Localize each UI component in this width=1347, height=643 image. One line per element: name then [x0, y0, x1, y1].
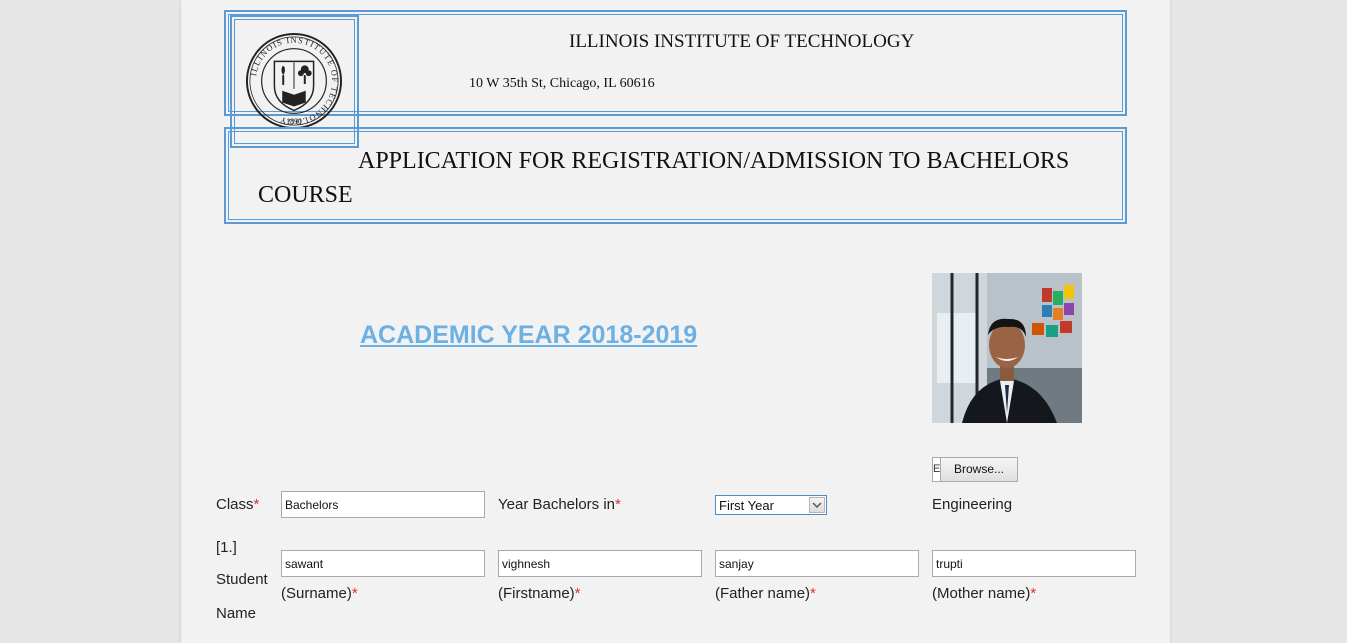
required-marker: * [615, 496, 621, 513]
iit-seal-logo: ILLINOIS INSTITUTE OF TECHNOLOGY 1890 [245, 32, 343, 130]
academic-year-link[interactable]: ACADEMIC YEAR 2018-2019 [360, 321, 697, 350]
required-marker: * [810, 585, 816, 602]
class-input[interactable] [281, 491, 485, 518]
student-photo [932, 273, 1082, 423]
required-marker: * [574, 585, 581, 602]
father-name-caption-text: (Father name) [715, 585, 811, 602]
title-line-2: COURSE [258, 182, 353, 208]
institute-name: ILLINOIS INSTITUTE OF TECHNOLOGY [569, 31, 915, 52]
surname-caption: (Surname)* [281, 585, 358, 602]
student-name-label-line2: Name [216, 605, 257, 622]
required-marker: * [253, 496, 260, 513]
mother-name-caption-text: (Mother name) [932, 585, 1031, 602]
chevron-down-icon[interactable] [809, 497, 825, 513]
mother-name-caption: (Mother name)* [932, 585, 1036, 602]
required-marker: * [1030, 585, 1037, 602]
student-name-number: [1.] [216, 539, 237, 556]
photo-file-input[interactable]: E Browse... [932, 457, 1020, 482]
branch-text: Engineering [932, 496, 1013, 513]
svg-text:1890: 1890 [286, 117, 302, 126]
class-label: Class* [216, 496, 259, 513]
father-name-caption: (Father name)* [715, 585, 816, 602]
browse-button[interactable]: Browse... [940, 457, 1018, 482]
mother-name-input[interactable] [932, 550, 1136, 577]
year-select-value: First Year [719, 498, 774, 513]
firstname-caption: (Firstname)* [498, 585, 581, 602]
required-marker: * [351, 585, 358, 602]
institute-address: 10 W 35th St, Chicago, IL 60616 [469, 76, 655, 91]
application-title: APPLICATION FOR REGISTRATION/ADMISSION T… [258, 144, 1118, 212]
class-label-text: Class [216, 496, 254, 513]
father-name-input[interactable] [715, 550, 919, 577]
surname-caption-text: (Surname) [281, 585, 352, 602]
surname-input[interactable] [281, 550, 485, 577]
firstname-input[interactable] [498, 550, 702, 577]
year-label-text: Year Bachelors in [498, 496, 616, 513]
student-name-label-line1: Student [216, 571, 268, 588]
title-line-1: APPLICATION FOR REGISTRATION/ADMISSION T… [358, 148, 1070, 174]
firstname-caption-text: (Firstname) [498, 585, 575, 602]
year-select[interactable]: First Year [715, 495, 827, 515]
year-label: Year Bachelors in* [498, 496, 621, 513]
header-frame [224, 10, 1127, 116]
